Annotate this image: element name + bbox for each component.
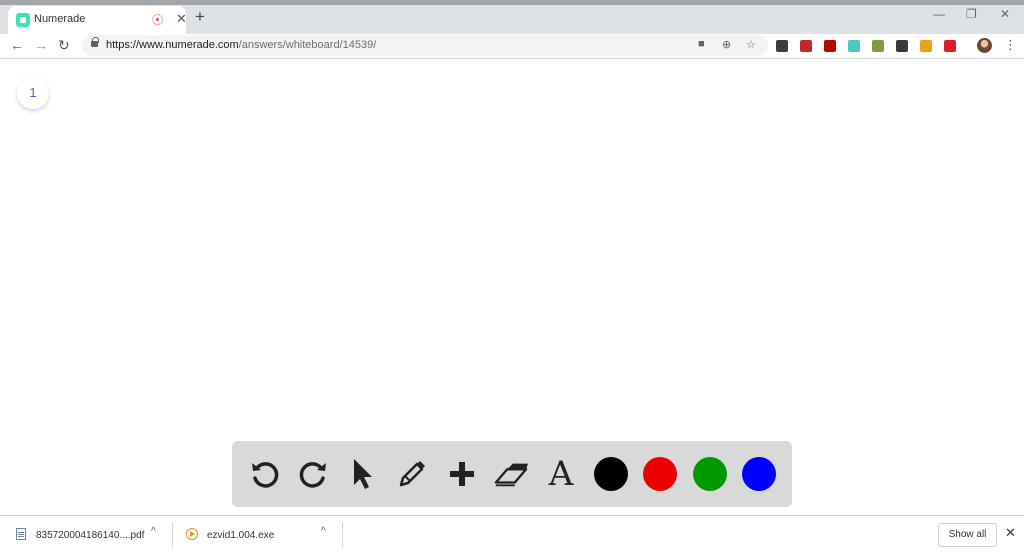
color-red-swatch[interactable]: [643, 457, 677, 491]
bookmark-star-icon[interactable]: ☆: [746, 38, 756, 51]
pdf-file-icon: [16, 528, 26, 540]
recording-indicator-icon: [152, 14, 163, 25]
browser-tab[interactable]: Numerade ✕: [8, 6, 187, 34]
chevron-up-icon[interactable]: ^: [321, 526, 326, 537]
extension-icon[interactable]: [776, 40, 788, 52]
reload-button[interactable]: ↻: [58, 37, 70, 54]
browser-menu-button[interactable]: ⋮: [1004, 37, 1017, 53]
url-text[interactable]: https://www.numerade.com/answers/whitebo…: [106, 39, 376, 51]
extension-icon[interactable]: [920, 40, 932, 52]
minimize-button[interactable]: —: [933, 7, 945, 21]
browser-toolbar: ← → ↻ https://www.numerade.com/answers/w…: [0, 34, 1024, 58]
window-close-button[interactable]: ✕: [1000, 7, 1010, 21]
pencil-button[interactable]: [395, 457, 429, 491]
eraser-button[interactable]: [494, 457, 528, 491]
tab-strip: Numerade ✕ + — ❐ ✕: [0, 0, 1024, 34]
eraser-icon: [494, 463, 528, 487]
whiteboard-toolbar: A: [232, 441, 792, 507]
text-icon[interactable]: A: [544, 457, 578, 491]
tab-close-button[interactable]: ✕: [176, 11, 187, 27]
extension-icon[interactable]: [944, 40, 956, 52]
color-black-swatch[interactable]: [594, 457, 628, 491]
extension-icon[interactable]: [896, 40, 908, 52]
extension-icon[interactable]: [872, 40, 884, 52]
exe-file-icon: [186, 528, 198, 540]
chevron-up-icon[interactable]: ^: [151, 526, 156, 537]
lock-icon: [91, 37, 99, 47]
color-blue-swatch[interactable]: [742, 457, 776, 491]
restore-button[interactable]: ❐: [966, 7, 977, 21]
tab-title: Numerade: [34, 13, 86, 25]
color-green-swatch[interactable]: [693, 457, 727, 491]
window-border: [0, 0, 1024, 5]
download-item-exe[interactable]: ezvid1.004.exe ^: [172, 516, 342, 552]
extension-icon[interactable]: [824, 40, 836, 52]
download-item-pdf[interactable]: 835720004186140....pdf ^: [0, 516, 172, 552]
page-number-badge[interactable]: 1: [17, 77, 49, 109]
download-bar-close-button[interactable]: ✕: [1005, 525, 1016, 541]
download-separator: [342, 522, 343, 548]
extension-icon[interactable]: [800, 40, 812, 52]
undo-button[interactable]: [247, 457, 281, 491]
back-button[interactable]: ←: [10, 37, 24, 53]
undo-icon: [252, 462, 279, 488]
camera-icon[interactable]: ■: [698, 38, 705, 50]
numerade-favicon-icon: [16, 13, 30, 27]
redo-icon: [299, 462, 326, 488]
add-button[interactable]: [445, 457, 479, 491]
new-tab-button[interactable]: +: [195, 8, 205, 26]
plus-icon: [450, 462, 474, 486]
redo-button[interactable]: [297, 457, 331, 491]
pointer-icon: [354, 459, 372, 489]
profile-avatar[interactable]: [977, 38, 992, 53]
extension-icon[interactable]: [848, 40, 860, 52]
download-filename: ezvid1.004.exe: [207, 530, 275, 541]
forward-button[interactable]: →: [34, 37, 48, 53]
address-bar[interactable]: https://www.numerade.com/answers/whitebo…: [82, 35, 768, 56]
zoom-icon[interactable]: ⊕: [722, 38, 731, 51]
select-button[interactable]: [345, 457, 379, 491]
toolbar-divider: [0, 58, 1024, 59]
download-bar: 835720004186140....pdf ^ ezvid1.004.exe …: [0, 515, 1024, 552]
pencil-icon: [399, 461, 425, 487]
show-all-button[interactable]: Show all: [938, 523, 997, 547]
download-filename: 835720004186140....pdf: [36, 530, 145, 541]
